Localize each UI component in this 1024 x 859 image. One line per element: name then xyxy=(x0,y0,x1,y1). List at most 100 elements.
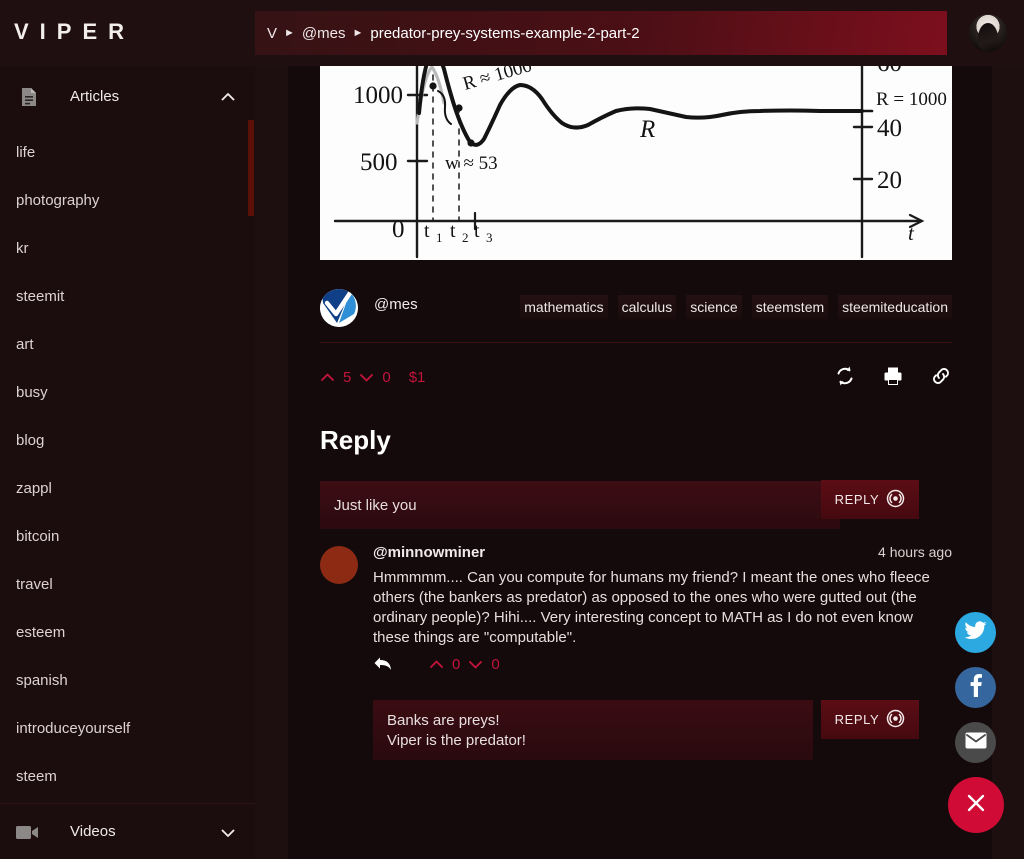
chevron-down-icon[interactable] xyxy=(220,825,236,841)
post-card: 1000 500 0 60 40 20 R t t1 t2 t3 R ≈ 100… xyxy=(288,66,992,859)
post-share-actions xyxy=(834,365,952,387)
nested-reply-input[interactable]: Banks are preys! Viper is the predator! xyxy=(373,700,813,760)
post-tag-science[interactable]: science xyxy=(686,295,742,319)
comment-upvote-icon[interactable] xyxy=(429,657,444,672)
link-icon[interactable] xyxy=(930,365,952,387)
sidebar-item-label: spanish xyxy=(16,671,68,689)
post-author-handle[interactable]: @mes xyxy=(374,296,418,313)
sidebar-item-zappl[interactable]: zappl xyxy=(0,464,255,512)
reply-input-value: Just like you xyxy=(334,496,417,514)
post-figure: 1000 500 0 60 40 20 R t t1 t2 t3 R ≈ 100… xyxy=(320,66,952,260)
svg-text:R: R xyxy=(639,116,655,143)
sidebar-item-kr[interactable]: kr xyxy=(0,224,255,272)
sidebar-item-label: life xyxy=(16,143,36,161)
downvote-count: 0 xyxy=(382,369,391,386)
post-tag-list: mathematics calculus science steemstem steem… xyxy=(490,295,952,319)
resteem-icon[interactable] xyxy=(834,365,856,387)
svg-text:R ≈ 1000: R ≈ 1000 xyxy=(461,66,535,95)
sidebar-item-label: art xyxy=(16,335,34,353)
comment-author[interactable]: @minnowminer xyxy=(373,544,485,561)
sidebar-item-introduceyourself[interactable]: introduceyourself xyxy=(0,704,255,752)
comment-body: Hmmmmm.... Can you compute for humans my… xyxy=(373,569,930,646)
sidebar-section-articles[interactable]: Articles xyxy=(0,66,255,128)
sidebar-item-busy[interactable]: busy xyxy=(0,368,255,416)
svg-text:2: 2 xyxy=(462,230,469,245)
reply-button-label: REPLY xyxy=(834,492,880,507)
sidebar-scrollbar-thumb[interactable] xyxy=(248,120,254,216)
svg-text:t: t xyxy=(424,220,430,242)
post-tag-steemiteducation[interactable]: steemiteducation xyxy=(838,295,952,319)
print-icon[interactable] xyxy=(882,365,904,387)
comment-upvote-count: 0 xyxy=(452,655,461,673)
breadcrumb-author[interactable]: @mes xyxy=(302,25,346,42)
svg-text:1000: 1000 xyxy=(353,82,403,109)
sidebar-item-photography[interactable]: photography xyxy=(0,176,255,224)
nested-reply-line-1: Banks are preys! xyxy=(387,712,500,729)
nested-reply-line-2: Viper is the predator! xyxy=(387,732,526,749)
sidebar-item-label: introduceyourself xyxy=(16,719,131,737)
payout-amount[interactable]: $1 xyxy=(409,369,426,386)
comment-actions: 0 0 xyxy=(373,655,500,673)
share-close-button[interactable] xyxy=(948,777,1004,833)
svg-text:t: t xyxy=(474,220,480,242)
email-icon xyxy=(965,732,987,754)
reply-input[interactable]: Just like you xyxy=(320,481,840,529)
video-camera-icon xyxy=(16,824,40,841)
breadcrumb-slug[interactable]: predator-prey-systems-example-2-part-2 xyxy=(370,25,639,42)
sidebar-item-bitcoin[interactable]: bitcoin xyxy=(0,512,255,560)
post-actions-row: 5 0 $1 xyxy=(320,365,952,405)
sidebar-item-label: zappl xyxy=(16,479,52,497)
post-meta-row: @mes mathematics calculus science steemstem… xyxy=(320,277,952,343)
document-icon xyxy=(18,86,40,108)
svg-text:3: 3 xyxy=(486,230,493,245)
post-vote-group: 5 0 $1 xyxy=(320,369,425,386)
share-email-button[interactable] xyxy=(955,722,996,763)
upvote-count: 5 xyxy=(343,369,352,386)
share-facebook-button[interactable] xyxy=(955,667,996,708)
top-bar: VIPER V ► @mes ► predator-prey-systems-e… xyxy=(0,0,1024,66)
post-tag-calculus[interactable]: calculus xyxy=(617,295,677,319)
nested-reply-button[interactable]: REPLY xyxy=(821,700,919,739)
svg-text:60: 60 xyxy=(877,66,902,77)
reply-button[interactable]: REPLY xyxy=(821,480,919,519)
post-tag-mathematics[interactable]: mathematics xyxy=(520,295,608,319)
downvote-icon[interactable] xyxy=(359,370,374,385)
author-avatar[interactable] xyxy=(320,289,358,327)
reply-heading: Reply xyxy=(320,425,391,455)
sidebar-item-label: busy xyxy=(16,383,48,401)
share-twitter-button[interactable] xyxy=(955,612,996,653)
sidebar-item-life[interactable]: life xyxy=(0,128,255,176)
comment-vote-group: 0 0 xyxy=(429,656,500,673)
sidebar-item-label: kr xyxy=(16,239,29,257)
sidebar-item-travel[interactable]: travel xyxy=(0,560,255,608)
sidebar-footer-label: Videos xyxy=(70,823,116,840)
sidebar-section-videos[interactable]: Videos xyxy=(0,803,255,859)
sidebar: Articles life photography kr steemit art busy… xyxy=(0,66,255,859)
user-avatar[interactable] xyxy=(969,14,1007,52)
sidebar-item-label: steemit xyxy=(16,287,65,305)
sidebar-item-esteem[interactable]: esteem xyxy=(0,608,255,656)
svg-text:w ≈ 53: w ≈ 53 xyxy=(445,153,498,174)
upvote-icon[interactable] xyxy=(320,370,335,385)
share-button-stack xyxy=(948,612,1004,833)
reply-arrow-icon[interactable] xyxy=(373,655,393,673)
twitter-icon xyxy=(964,620,987,645)
sidebar-item-steemit[interactable]: steemit xyxy=(0,272,255,320)
breadcrumb-separator-icon: ► xyxy=(352,27,364,39)
breadcrumb-bar: V ► @mes ► predator-prey-systems-example… xyxy=(255,11,947,55)
sidebar-item-art[interactable]: art xyxy=(0,320,255,368)
sidebar-item-spanish[interactable]: spanish xyxy=(0,656,255,704)
post-tag-steemstem[interactable]: steemstem xyxy=(751,295,829,319)
comment-avatar[interactable] xyxy=(320,546,358,584)
broadcast-icon xyxy=(886,709,905,731)
breadcrumb-root[interactable]: V xyxy=(267,25,277,42)
chevron-up-icon[interactable] xyxy=(220,89,236,105)
sidebar-section-title: Articles xyxy=(70,88,120,105)
comment-downvote-icon[interactable] xyxy=(468,657,483,672)
broadcast-icon xyxy=(886,489,905,511)
svg-text:R = 1000: R = 1000 xyxy=(876,89,947,110)
sidebar-item-steem[interactable]: steem xyxy=(0,752,255,800)
app-logo[interactable]: VIPER xyxy=(14,18,135,46)
sidebar-item-blog[interactable]: blog xyxy=(0,416,255,464)
svg-text:40: 40 xyxy=(877,115,902,142)
